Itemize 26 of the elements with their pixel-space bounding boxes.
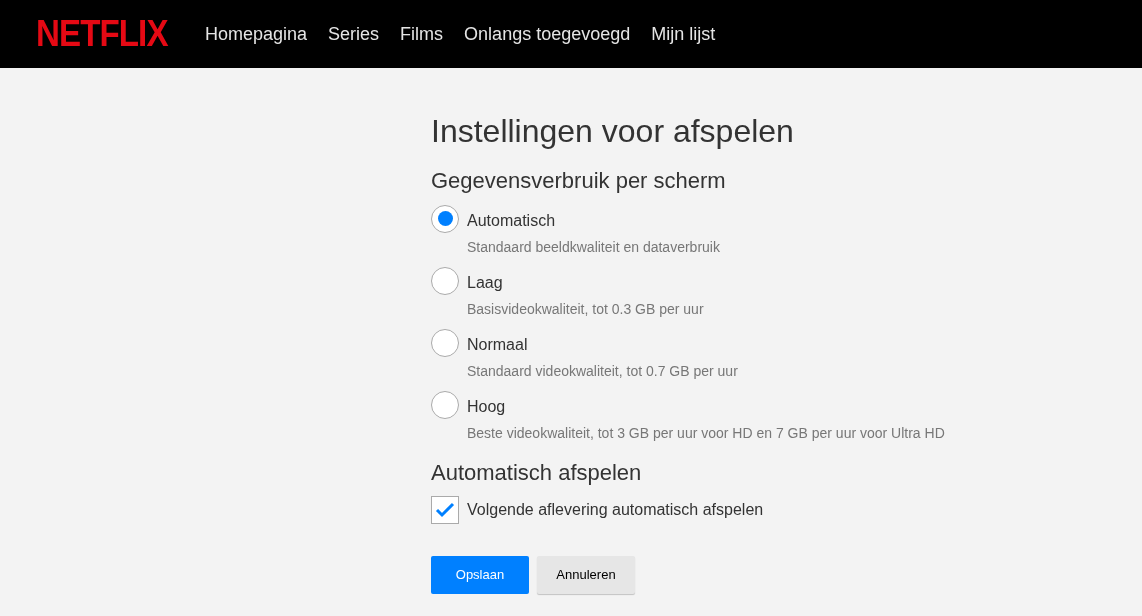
radio-button[interactable] [431, 328, 459, 357]
option-description: Standaard beeldkwaliteit en dataverbruik [467, 237, 720, 257]
option-description: Standaard videokwaliteit, tot 0.7 GB per uur [467, 361, 738, 381]
option-description: Basisvideokwaliteit, tot 0.3 GB per uur [467, 299, 704, 319]
nav-link[interactable]: Films [400, 20, 444, 48]
radio-button[interactable] [431, 390, 459, 419]
logo[interactable]: NETFLIX [36, 7, 168, 61]
option-label: Laag [467, 272, 504, 293]
option-description: Beste videokwaliteit, tot 3 GB per uur voor HD en 7 GB per uur voor Ultra HD [467, 423, 945, 443]
nav-link[interactable]: Mijn lijst [651, 20, 716, 48]
section-heading: Automatisch afspelen [431, 459, 643, 487]
radio-button[interactable] [431, 266, 459, 295]
checkbox[interactable] [431, 496, 459, 525]
page-title: Instellingen voor afspelen [431, 112, 795, 151]
nav-link[interactable]: Series [328, 20, 380, 48]
option-label: Automatisch [467, 210, 557, 231]
cancel-button[interactable]: Annuleren [537, 556, 635, 595]
save-button[interactable]: Opslaan [431, 556, 529, 595]
radio-button[interactable] [431, 204, 459, 233]
checkbox-label: Volgende aflevering automatisch afspelen [467, 500, 764, 521]
nav-link[interactable]: Homepagina [205, 20, 308, 48]
section-heading: Gegevensverbruik per scherm [431, 168, 727, 195]
nav-link[interactable]: Onlangs toegevoegd [464, 20, 631, 48]
option-label: Hoog [467, 396, 507, 417]
option-label: Normaal [467, 334, 529, 355]
check-icon [435, 502, 455, 519]
